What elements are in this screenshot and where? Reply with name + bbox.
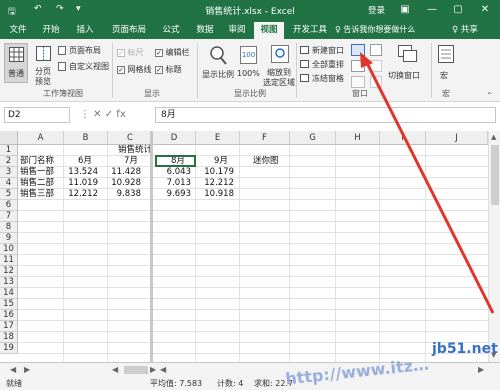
hscroll-left-icon[interactable]: ◀ [112,365,118,374]
horizontal-scrollbar-thumb[interactable] [124,366,148,374]
next-sheet-icon[interactable]: ▶ [24,365,30,374]
ready-status: 就绪 [6,379,22,388]
annotation-arrow [360,52,495,314]
hscroll-right-icon[interactable]: ▶ [150,365,156,374]
average-status: 平均值: 7.583 [150,379,203,388]
status-bar: 就绪 平均值: 7.583 计数: 4 求和: 22.7 [0,376,500,390]
watermark-brand: jb51.net [432,341,498,357]
hscroll-right-icon-2[interactable]: ▶ [478,365,484,374]
prev-sheet-icon[interactable]: ◀ [10,365,16,374]
count-status: 计数: 4 [217,379,244,388]
hscroll-left-icon-2[interactable]: ◀ [160,365,166,374]
excel-window: 🖫 ↶ ↷ ▾ 销售统计.xlsx - Excel 登录 ▣ — ▢ ✕ 文件 … [0,0,500,390]
